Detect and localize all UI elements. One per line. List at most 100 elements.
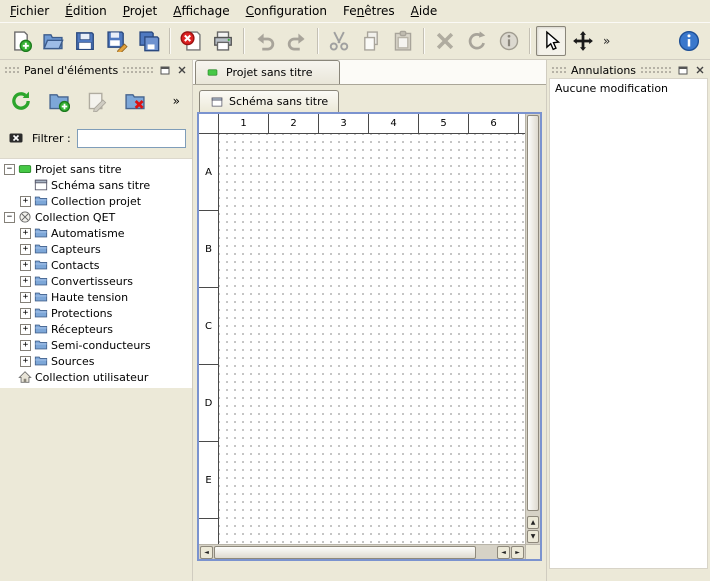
edit-element-button[interactable]: [82, 87, 112, 115]
collapse-icon[interactable]: −: [4, 164, 15, 175]
save-as-icon: [106, 30, 128, 52]
toolbar-separator: [243, 28, 245, 54]
tree-item-collection-projet[interactable]: +Collection projet: [0, 193, 192, 209]
folder-icon: [34, 306, 48, 320]
tree-item-semi-conducteurs[interactable]: +Semi-conducteurs: [0, 337, 192, 353]
tree-item-collection-utilisateur[interactable]: Collection utilisateur: [0, 369, 192, 385]
new-element-button[interactable]: [44, 87, 74, 115]
menu-fenetres[interactable]: Fenêtres: [335, 1, 403, 21]
tree-item-collection-qet[interactable]: −Collection QET: [0, 209, 192, 225]
save-as-button[interactable]: [102, 26, 132, 56]
expand-icon[interactable]: +: [20, 276, 31, 287]
scroll-right-button[interactable]: ►: [511, 546, 524, 559]
filter-input[interactable]: [77, 129, 186, 148]
expand-icon[interactable]: +: [20, 324, 31, 335]
vertical-scroll-thumb[interactable]: [527, 115, 539, 511]
tree-item-haute-tension[interactable]: +Haute tension: [0, 289, 192, 305]
rotate-icon: [466, 30, 488, 52]
tree-item-sources[interactable]: + Sources: [0, 353, 192, 369]
tree-item-recepteurs[interactable]: + Récepteurs: [0, 321, 192, 337]
tree-item-capteurs[interactable]: +Capteurs: [0, 241, 192, 257]
menu-edition[interactable]: Édition: [57, 1, 115, 21]
toolbar-overflow-button[interactable]: »: [599, 34, 614, 48]
float-undo-panel-button[interactable]: [676, 64, 689, 77]
expand-icon[interactable]: +: [20, 196, 31, 207]
save-all-button[interactable]: [134, 26, 164, 56]
save-button[interactable]: [70, 26, 100, 56]
tab-diagram[interactable]: Schéma sans titre: [199, 90, 339, 112]
clear-filter-button[interactable]: [6, 129, 26, 147]
elements-panel-title: Panel d'éléments: [24, 64, 118, 77]
scroll-left-button[interactable]: ◄: [200, 546, 213, 559]
tree-item-automatisme[interactable]: + Automatisme: [0, 225, 192, 241]
tree-item-projet-sans-titre[interactable]: −Projet sans titre: [0, 161, 192, 177]
menu-configuration[interactable]: Configuration: [238, 1, 335, 21]
scroll-left-button-2[interactable]: ◄: [497, 546, 510, 559]
menu-aide[interactable]: Aide: [403, 1, 446, 21]
folder-icon: [34, 226, 48, 240]
cut-button[interactable]: [324, 26, 354, 56]
print-button[interactable]: [208, 26, 238, 56]
undo-panel-title: Annulations: [571, 64, 636, 77]
pan-mode-button[interactable]: [568, 26, 598, 56]
close-file-button[interactable]: [176, 26, 206, 56]
expand-icon[interactable]: +: [20, 340, 31, 351]
folder-icon: [34, 242, 48, 256]
scroll-down-button[interactable]: ▼: [527, 530, 539, 543]
tab-project[interactable]: Projet sans titre: [195, 60, 340, 84]
menu-projet[interactable]: Projet: [115, 1, 165, 21]
tree-item-label: Automatisme: [51, 227, 125, 240]
horizontal-scroll-thumb[interactable]: [214, 546, 476, 559]
conductor-info-button[interactable]: [494, 26, 524, 56]
about-button[interactable]: [674, 26, 704, 56]
tree-item-schema-sans-titre[interactable]: Schéma sans titre: [0, 177, 192, 193]
folder-icon: [34, 258, 48, 272]
tree-item-convertisseurs[interactable]: + Convertisseurs: [0, 273, 192, 289]
row-label-e: E: [199, 442, 218, 519]
paste-button[interactable]: [388, 26, 418, 56]
close-undo-panel-button[interactable]: [693, 64, 706, 77]
close-file-icon: [180, 30, 202, 52]
horizontal-scrollbar[interactable]: ◄ ◄ ►: [199, 544, 525, 559]
menu-fichier[interactable]: Fichier: [2, 1, 57, 21]
tree-item-contacts[interactable]: +Contacts: [0, 257, 192, 273]
info-grey-icon: [498, 30, 520, 52]
rotate-button[interactable]: [462, 26, 492, 56]
collapse-icon[interactable]: −: [4, 212, 15, 223]
redo-button[interactable]: [282, 26, 312, 56]
tab-diagram-label: Schéma sans titre: [229, 95, 328, 108]
save-icon: [74, 30, 96, 52]
select-arrow-icon: [540, 30, 562, 52]
open-folder-icon: [42, 30, 64, 52]
tree-item-label: Convertisseurs: [51, 275, 133, 288]
new-project-button[interactable]: [6, 26, 36, 56]
reload-collections-button[interactable]: [6, 87, 36, 115]
float-panel-button[interactable]: [158, 64, 171, 77]
undo-button[interactable]: [250, 26, 280, 56]
panel-overflow-button[interactable]: »: [173, 94, 186, 108]
column-header-2: 2: [269, 114, 319, 133]
tree-item-protections[interactable]: +Protections: [0, 305, 192, 321]
expand-icon[interactable]: +: [20, 292, 31, 303]
close-panel-button[interactable]: [175, 64, 188, 77]
copy-icon: [360, 30, 382, 52]
copy-button[interactable]: [356, 26, 386, 56]
dock-grip: [551, 66, 567, 75]
expand-icon[interactable]: +: [20, 308, 31, 319]
delete-button[interactable]: [430, 26, 460, 56]
tree-item-label: Récepteurs: [51, 323, 113, 336]
delete-element-icon: [124, 90, 146, 112]
select-mode-button[interactable]: [536, 26, 566, 56]
expand-icon[interactable]: +: [20, 260, 31, 271]
diagram-canvas[interactable]: [219, 134, 525, 544]
filter-row: Filtrer :: [0, 122, 192, 154]
expand-icon[interactable]: +: [20, 228, 31, 239]
tree-item-label: Sources: [51, 355, 95, 368]
menu-affichage[interactable]: Affichage: [165, 1, 237, 21]
expand-icon[interactable]: +: [20, 356, 31, 367]
delete-element-button[interactable]: [120, 87, 150, 115]
vertical-scrollbar[interactable]: ▲ ▼: [525, 114, 540, 544]
expand-icon[interactable]: +: [20, 244, 31, 255]
open-project-button[interactable]: [38, 26, 68, 56]
scroll-up-button[interactable]: ▲: [527, 516, 539, 529]
